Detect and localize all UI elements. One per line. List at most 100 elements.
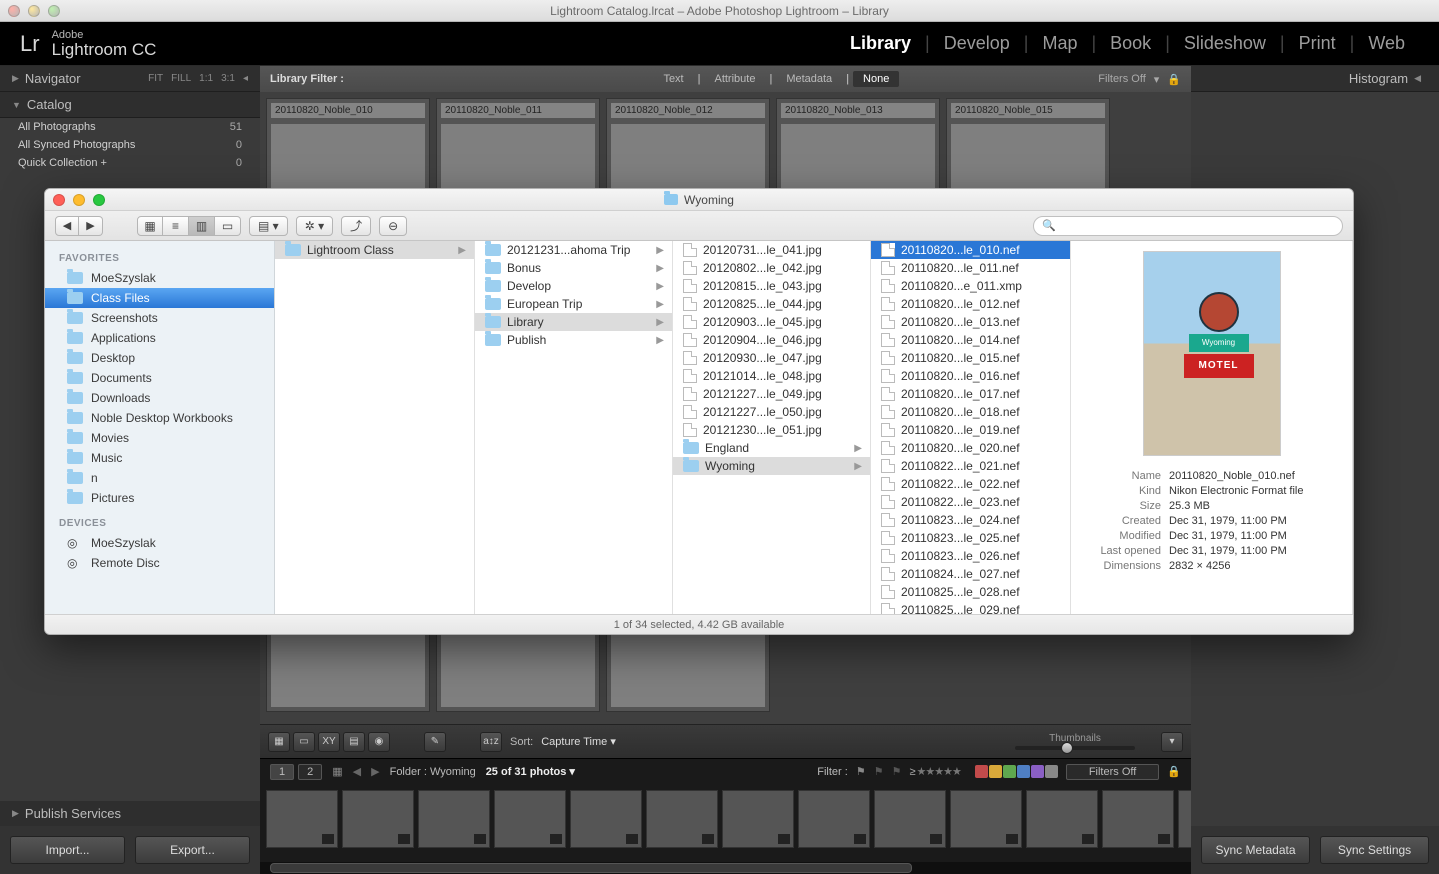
column-item[interactable]: 20110825...le_028.nef xyxy=(871,583,1070,601)
column-item[interactable]: 20110820...le_020.nef xyxy=(871,439,1070,457)
filmstrip-thumbnail[interactable] xyxy=(646,790,718,848)
filmstrip-thumbnail[interactable] xyxy=(722,790,794,848)
filmstrip-thumbnail[interactable] xyxy=(418,790,490,848)
nav-back-icon[interactable]: ◀ xyxy=(353,765,361,778)
finder-search-input[interactable] xyxy=(1060,220,1334,232)
column-item[interactable]: 20110823...le_025.nef xyxy=(871,529,1070,547)
module-web[interactable]: Web xyxy=(1354,33,1419,54)
flag-reject-filter[interactable]: ⚑ xyxy=(892,765,902,778)
column-item[interactable]: 20110820...le_014.nef xyxy=(871,331,1070,349)
column-item[interactable]: Develop▶ xyxy=(475,277,672,295)
module-print[interactable]: Print xyxy=(1285,33,1350,54)
filters-off-menu[interactable]: Filters Off xyxy=(1098,73,1145,85)
sync-settings-button[interactable]: Sync Settings xyxy=(1320,836,1429,864)
column-item[interactable]: 20110820...le_019.nef xyxy=(871,421,1070,439)
import-button[interactable]: Import... xyxy=(10,836,125,864)
flag-pick-filter[interactable]: ⚑ xyxy=(856,765,866,778)
grid-icon[interactable]: ▦ xyxy=(332,765,342,778)
sidebar-item[interactable]: Movies xyxy=(45,428,274,448)
filmstrip[interactable] xyxy=(260,784,1191,862)
module-develop[interactable]: Develop xyxy=(930,33,1024,54)
filter-none[interactable]: None xyxy=(853,71,899,87)
filmstrip-thumbnail[interactable] xyxy=(1178,790,1191,848)
column-item[interactable]: 20110820...le_013.nef xyxy=(871,313,1070,331)
histogram-header[interactable]: Histogram ◀ xyxy=(1191,66,1439,92)
secondary-display-button[interactable]: 2 xyxy=(298,764,322,780)
filter-attribute[interactable]: Attribute xyxy=(704,71,765,87)
action-button[interactable]: ✲ ▾ xyxy=(296,216,333,236)
filters-off-dropdown[interactable]: Filters Off xyxy=(1066,764,1159,780)
column-item[interactable]: 20120903...le_045.jpg xyxy=(673,313,870,331)
sort-menu[interactable]: Capture Time ▾ xyxy=(541,735,616,748)
column-item[interactable]: 20110825...le_029.nef xyxy=(871,601,1070,614)
icon-view-button[interactable]: ▦ xyxy=(137,216,163,236)
column-item[interactable]: Library▶ xyxy=(475,313,672,331)
catalog-item[interactable]: Quick Collection +0 xyxy=(0,154,260,172)
column-item[interactable]: 20110820...le_012.nef xyxy=(871,295,1070,313)
column-item[interactable]: Lightroom Class▶ xyxy=(275,241,474,259)
sidebar-item[interactable]: Downloads xyxy=(45,388,274,408)
finder-titlebar[interactable]: Wyoming xyxy=(45,189,1353,211)
column-item[interactable]: 20110820...le_010.nef xyxy=(871,241,1070,259)
column-item[interactable]: 20110820...le_016.nef xyxy=(871,367,1070,385)
finder-column-3[interactable]: 20120731...le_041.jpg20120802...le_042.j… xyxy=(673,241,871,614)
export-button[interactable]: Export... xyxy=(135,836,250,864)
column-item[interactable]: 20110820...le_011.nef xyxy=(871,259,1070,277)
sidebar-device[interactable]: ◎Remote Disc xyxy=(45,553,274,573)
painter-tool-button[interactable]: ✎ xyxy=(424,732,446,752)
module-library[interactable]: Library xyxy=(836,33,925,54)
filmstrip-thumbnail[interactable] xyxy=(1026,790,1098,848)
column-item[interactable]: 20120815...le_043.jpg xyxy=(673,277,870,295)
catalog-item[interactable]: All Photographs51 xyxy=(0,118,260,136)
color-label-filter[interactable] xyxy=(975,765,1058,778)
filmstrip-thumbnail[interactable] xyxy=(266,790,338,848)
column-item[interactable]: 20121231...ahoma Trip▶ xyxy=(475,241,672,259)
tags-button[interactable]: ⊖ xyxy=(379,216,407,236)
filmstrip-thumbnail[interactable] xyxy=(570,790,642,848)
share-button[interactable]: ⤴ xyxy=(341,216,371,236)
column-item[interactable]: 20121230...le_051.jpg xyxy=(673,421,870,439)
publish-services-header[interactable]: ▶ Publish Services xyxy=(0,801,260,826)
sidebar-item[interactable]: Desktop xyxy=(45,348,274,368)
column-item[interactable]: 20120825...le_044.jpg xyxy=(673,295,870,313)
photo-count[interactable]: 25 of 31 photos ▾ xyxy=(486,765,575,778)
sync-metadata-button[interactable]: Sync Metadata xyxy=(1201,836,1310,864)
forward-button[interactable]: ▶ xyxy=(79,216,103,236)
compare-view-button[interactable]: XY xyxy=(318,732,340,752)
column-item[interactable]: 20121227...le_050.jpg xyxy=(673,403,870,421)
column-item[interactable]: 20110820...e_011.xmp xyxy=(871,277,1070,295)
column-item[interactable]: 20110823...le_026.nef xyxy=(871,547,1070,565)
column-item[interactable]: 20110822...le_022.nef xyxy=(871,475,1070,493)
filmstrip-thumbnail[interactable] xyxy=(1102,790,1174,848)
filmstrip-thumbnail[interactable] xyxy=(874,790,946,848)
filmstrip-thumbnail[interactable] xyxy=(950,790,1022,848)
sidebar-item[interactable]: Screenshots xyxy=(45,308,274,328)
module-slideshow[interactable]: Slideshow xyxy=(1170,33,1280,54)
module-map[interactable]: Map xyxy=(1028,33,1091,54)
sidebar-item[interactable]: Applications xyxy=(45,328,274,348)
sidebar-item[interactable]: MoeSzyslak xyxy=(45,268,274,288)
lock-icon[interactable]: 🔒 xyxy=(1167,73,1181,86)
column-item[interactable]: 20120904...le_046.jpg xyxy=(673,331,870,349)
survey-view-button[interactable]: ▤ xyxy=(343,732,365,752)
column-item[interactable]: 20110823...le_024.nef xyxy=(871,511,1070,529)
sidebar-item[interactable]: Documents xyxy=(45,368,274,388)
thumbnail-size-slider[interactable] xyxy=(1015,746,1135,750)
column-item[interactable]: 20110820...le_015.nef xyxy=(871,349,1070,367)
catalog-item[interactable]: All Synced Photographs0 xyxy=(0,136,260,154)
source-label[interactable]: Folder : Wyoming xyxy=(390,766,476,778)
column-view-button[interactable]: ▥ xyxy=(189,216,215,236)
people-view-button[interactable]: ◉ xyxy=(368,732,390,752)
rating-filter[interactable]: ≥★★★★★ xyxy=(909,765,960,778)
primary-display-button[interactable]: 1 xyxy=(270,764,294,780)
column-item[interactable]: 20121227...le_049.jpg xyxy=(673,385,870,403)
column-item[interactable]: 20120930...le_047.jpg xyxy=(673,349,870,367)
sidebar-item[interactable]: Class Files xyxy=(45,288,274,308)
filmstrip-thumbnail[interactable] xyxy=(494,790,566,848)
filter-metadata[interactable]: Metadata xyxy=(776,71,842,87)
nav-fwd-icon[interactable]: ▶ xyxy=(371,765,379,778)
sidebar-item[interactable]: Noble Desktop Workbooks xyxy=(45,408,274,428)
sort-direction-button[interactable]: a↕z xyxy=(480,732,502,752)
finder-column-4[interactable]: 20110820...le_010.nef20110820...le_011.n… xyxy=(871,241,1071,614)
filmstrip-thumbnail[interactable] xyxy=(798,790,870,848)
